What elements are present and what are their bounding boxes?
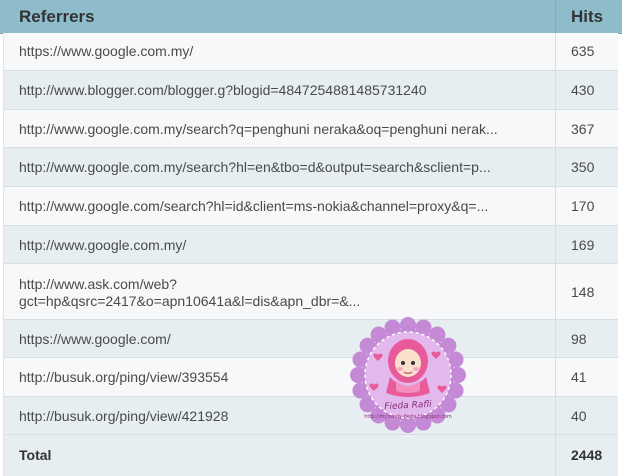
hits-value: 41 [571, 369, 587, 385]
referrer-link-line1[interactable]: http://www.ask.com/web? [19, 276, 539, 293]
column-divider [555, 226, 556, 263]
column-divider [555, 435, 556, 476]
table-row: http://www.ask.com/web? gct=hp&qsrc=2417… [4, 264, 618, 320]
hits-value: 148 [571, 284, 595, 300]
table-header: Referrers Hits [0, 0, 622, 34]
referrer-link-line2[interactable]: gct=hp&qsrc=2417&o=apn10641a&l=dis&apn_d… [19, 293, 539, 310]
table-body: https://www.google.com.my/ 635 http://ww… [4, 33, 618, 476]
hits-value: 430 [571, 82, 595, 98]
column-divider [555, 148, 556, 186]
referrer-link[interactable]: http://www.google.com.my/search?q=penghu… [19, 121, 539, 138]
referrer-link[interactable]: http://www.google.com/search?hl=id&clien… [19, 198, 539, 215]
table-row: http://www.blogger.com/blogger.g?blogid=… [4, 71, 618, 110]
column-divider [555, 187, 556, 225]
face-icon [395, 349, 421, 377]
referrer-link[interactable]: http://www.blogger.com/blogger.g?blogid=… [19, 82, 539, 99]
total-row: Total 2448 [4, 435, 618, 476]
referrer-link[interactable]: http://www.google.com.my/search?hl=en&tb… [19, 159, 539, 176]
header-divider [555, 0, 556, 33]
referrers-table: Referrers Hits https://www.google.com.my… [0, 0, 622, 476]
table-row: http://www.google.com.my/ 169 [4, 226, 618, 264]
total-hits-value: 2448 [571, 447, 603, 463]
hits-value: 350 [571, 159, 595, 175]
referrer-link[interactable]: http://www.google.com.my/ [19, 237, 539, 254]
column-divider [555, 358, 556, 396]
table-row: http://busuk.org/ping/view/393554 41 [4, 358, 618, 397]
column-divider [555, 33, 556, 70]
hits-value: 635 [571, 43, 595, 59]
total-label: Total [19, 447, 52, 463]
column-divider [555, 320, 556, 357]
table-row: http://www.google.com.my/search?q=penghu… [4, 110, 618, 148]
hits-value: 98 [571, 331, 587, 347]
header-hits[interactable]: Hits [571, 7, 603, 27]
table-row: https://www.google.com/ 98 [4, 320, 618, 358]
column-divider [555, 397, 556, 434]
table-row: http://www.google.com.my/search?hl=en&tb… [4, 148, 618, 187]
watermark-url: http://mylovely-fieda.blogspot.com [364, 414, 452, 420]
column-divider [555, 264, 556, 319]
table-row: http://busuk.org/ping/view/421928 40 [4, 397, 618, 435]
hits-value: 40 [571, 408, 587, 424]
column-divider [555, 110, 556, 147]
hits-value: 367 [571, 121, 595, 137]
column-divider [555, 71, 556, 109]
header-referrers[interactable]: Referrers [19, 7, 95, 27]
hits-value: 170 [571, 198, 595, 214]
watermark-badge: Fieda Rafli http://mylovely-fieda.blogsp… [348, 315, 468, 435]
hits-value: 169 [571, 237, 595, 253]
referrer-link[interactable]: https://www.google.com.my/ [19, 43, 539, 60]
table-row: https://www.google.com.my/ 635 [4, 33, 618, 71]
table-row: http://www.google.com/search?hl=id&clien… [4, 187, 618, 226]
